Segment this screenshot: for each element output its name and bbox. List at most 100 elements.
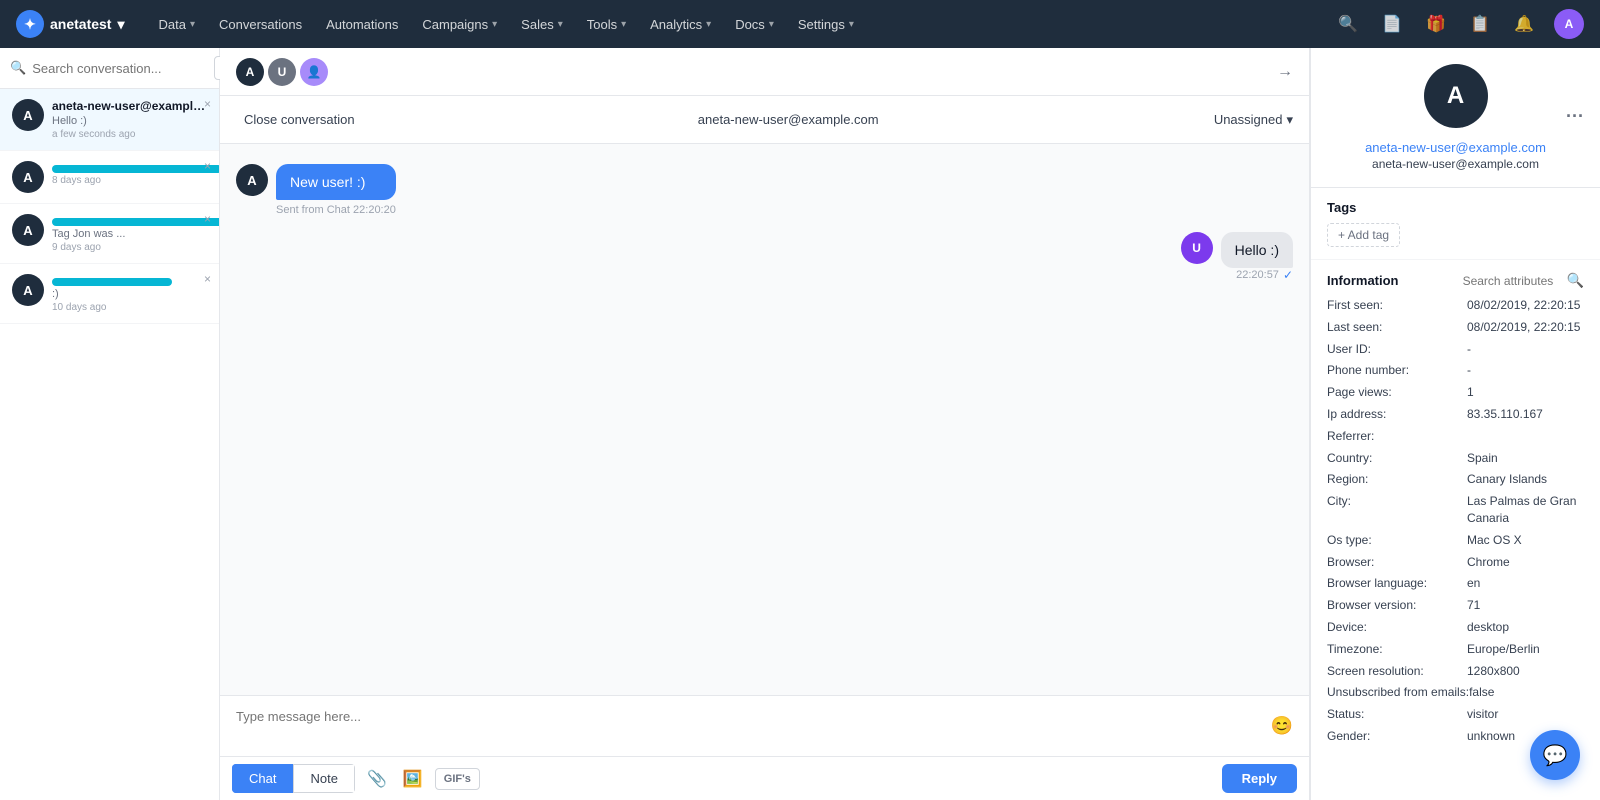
expand-icon[interactable]: → bbox=[1277, 63, 1293, 81]
attribute-label: Browser: bbox=[1327, 554, 1467, 571]
gift-icon[interactable]: 🎁 bbox=[1422, 10, 1450, 38]
close-icon[interactable]: × bbox=[204, 159, 211, 173]
conv-time: 9 days ago bbox=[52, 242, 207, 253]
close-icon[interactable]: × bbox=[204, 272, 211, 286]
floating-chat-button[interactable]: 💬 bbox=[1530, 730, 1580, 780]
emoji-icon[interactable]: 😊 bbox=[1271, 716, 1293, 737]
participant-avatar-img: 👤 bbox=[300, 58, 328, 86]
contact-email-link[interactable]: aneta-new-user@example.com bbox=[1365, 140, 1546, 155]
chat-participants: A U 👤 bbox=[236, 58, 328, 86]
attribute-row: Page views:1 bbox=[1327, 384, 1584, 401]
conv-body: aneta-new-user@example.com Hello :) a fe… bbox=[52, 99, 207, 140]
avatar: A bbox=[12, 161, 44, 193]
send-reply-button[interactable]: Reply bbox=[1222, 764, 1297, 793]
chevron-down-icon: ▾ bbox=[769, 19, 774, 30]
attribute-row: Unsubscribed from emails:false bbox=[1327, 684, 1584, 701]
assignee-dropdown[interactable]: Unassigned ▾ bbox=[1214, 112, 1293, 128]
attribute-row: City:Las Palmas de Gran Canaria bbox=[1327, 493, 1584, 527]
attribute-row: Phone number:- bbox=[1327, 362, 1584, 379]
top-navigation: ✦ anetatest ▾ Data ▾ Conversations Autom… bbox=[0, 0, 1600, 48]
search-input[interactable] bbox=[32, 61, 208, 76]
conv-time: 10 days ago bbox=[52, 302, 207, 313]
message-text: Hello :) bbox=[1235, 242, 1279, 258]
attribute-row: Browser language:en bbox=[1327, 575, 1584, 592]
nav-items: Data ▾ Conversations Automations Campaig… bbox=[149, 11, 1311, 38]
tab-chat[interactable]: Chat bbox=[232, 764, 293, 793]
contact-email-plain: aneta-new-user@example.com bbox=[1372, 157, 1539, 171]
brand-icon: ✦ bbox=[16, 10, 44, 38]
close-icon[interactable]: × bbox=[204, 97, 211, 111]
chat-input-area: 😊 Chat Note 📎 🖼️ GIF's Reply bbox=[220, 695, 1309, 800]
gif-button[interactable]: GIF's bbox=[435, 768, 480, 790]
sidebar: 🔍 All ▾ A aneta-new-user@example.com Hel… bbox=[0, 48, 220, 800]
attribute-label: Device: bbox=[1327, 619, 1467, 636]
nav-item-sales[interactable]: Sales ▾ bbox=[511, 11, 573, 38]
attribute-value: desktop bbox=[1467, 619, 1509, 636]
conv-body: Tag Jon was ... 9 days ago bbox=[52, 214, 207, 253]
document-icon[interactable]: 📄 bbox=[1378, 10, 1406, 38]
nav-item-conversations[interactable]: Conversations bbox=[209, 11, 312, 38]
table-icon[interactable]: 📋 bbox=[1466, 10, 1494, 38]
chevron-down-icon: ▾ bbox=[558, 19, 563, 30]
message-bubble: New user! :) bbox=[276, 164, 396, 200]
nav-item-settings[interactable]: Settings ▾ bbox=[788, 11, 864, 38]
attribute-value: Europe/Berlin bbox=[1467, 641, 1540, 658]
message-input[interactable] bbox=[236, 709, 1293, 724]
close-icon[interactable]: × bbox=[204, 212, 211, 226]
chevron-down-icon: ▾ bbox=[1286, 112, 1293, 128]
tab-note[interactable]: Note bbox=[293, 764, 354, 793]
bell-icon[interactable]: 🔔 bbox=[1510, 10, 1538, 38]
attribute-value: - bbox=[1467, 341, 1471, 358]
attribute-label: Browser language: bbox=[1327, 575, 1467, 592]
conv-body: 8 days ago bbox=[52, 161, 207, 186]
search-icon[interactable]: 🔍 bbox=[1334, 10, 1362, 38]
attributes-search-input[interactable] bbox=[1463, 274, 1563, 288]
message-content: Hello :) 22:20:57 ✓ bbox=[1221, 232, 1293, 282]
conv-bar bbox=[52, 165, 219, 173]
conversation-email: aneta-new-user@example.com bbox=[698, 112, 879, 127]
list-item[interactable]: A aneta-new-user@example.com Hello :) a … bbox=[0, 89, 219, 151]
message-bubble: Hello :) bbox=[1221, 232, 1293, 268]
tags-section: Tags + Add tag bbox=[1311, 188, 1600, 260]
search-icon[interactable]: 🔍 bbox=[1567, 272, 1584, 289]
conv-preview: Hello :) bbox=[52, 115, 207, 127]
attribute-label: Status: bbox=[1327, 706, 1467, 723]
attribute-value: 1 bbox=[1467, 384, 1474, 401]
attribute-row: Country:Spain bbox=[1327, 450, 1584, 467]
nav-item-analytics[interactable]: Analytics ▾ bbox=[640, 11, 721, 38]
nav-item-automations[interactable]: Automations bbox=[316, 11, 408, 38]
nav-item-docs[interactable]: Docs ▾ bbox=[725, 11, 784, 38]
nav-item-campaigns[interactable]: Campaigns ▾ bbox=[412, 11, 507, 38]
attribute-value: Chrome bbox=[1467, 554, 1510, 571]
brand-logo[interactable]: ✦ anetatest ▾ bbox=[16, 10, 125, 38]
attribute-value: - bbox=[1467, 362, 1471, 379]
chevron-down-icon: ▾ bbox=[190, 19, 195, 30]
information-section: Information 🔍 First seen:08/02/2019, 22:… bbox=[1311, 260, 1600, 762]
close-conversation-button[interactable]: Close conversation bbox=[236, 108, 363, 131]
list-item[interactable]: A :) 10 days ago × bbox=[0, 264, 219, 324]
add-tag-button[interactable]: + Add tag bbox=[1327, 223, 1400, 247]
attribute-value: 1280x800 bbox=[1467, 663, 1520, 680]
attachment-icon[interactable]: 📎 bbox=[363, 765, 391, 793]
conversation-list: A aneta-new-user@example.com Hello :) a … bbox=[0, 89, 219, 800]
attribute-value: unknown bbox=[1467, 728, 1515, 745]
avatar: A bbox=[236, 164, 268, 196]
image-icon[interactable]: 🖼️ bbox=[399, 765, 427, 793]
attribute-row: Screen resolution:1280x800 bbox=[1327, 663, 1584, 680]
message-time: 22:20:57 ✓ bbox=[1221, 268, 1293, 282]
message-row: Hello :) 22:20:57 ✓ U bbox=[236, 232, 1293, 282]
chevron-down-icon: ▾ bbox=[492, 19, 497, 30]
search-icon: 🔍 bbox=[10, 60, 26, 76]
nav-item-data[interactable]: Data ▾ bbox=[149, 11, 206, 38]
nav-item-tools[interactable]: Tools ▾ bbox=[577, 11, 636, 38]
list-item[interactable]: A 8 days ago × bbox=[0, 151, 219, 204]
user-avatar[interactable]: A bbox=[1554, 9, 1584, 39]
attribute-label: User ID: bbox=[1327, 341, 1467, 358]
list-item[interactable]: A Tag Jon was ... 9 days ago × bbox=[0, 204, 219, 264]
attribute-row: Device:desktop bbox=[1327, 619, 1584, 636]
attribute-label: First seen: bbox=[1327, 297, 1467, 314]
info-header: Information 🔍 bbox=[1327, 272, 1584, 289]
attribute-value: visitor bbox=[1467, 706, 1498, 723]
message-text: New user! :) bbox=[290, 174, 365, 190]
more-options-icon[interactable]: ··· bbox=[1566, 106, 1584, 127]
